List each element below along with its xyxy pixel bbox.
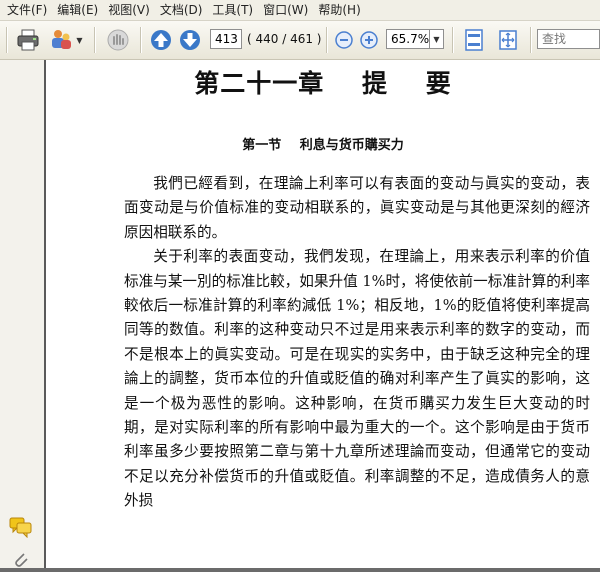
chevron-down-icon: ▼: [433, 34, 440, 44]
comments-button[interactable]: [9, 516, 33, 542]
zoom-in-icon: [360, 31, 378, 49]
printer-icon: [17, 29, 39, 51]
toolbar-separator: [94, 27, 96, 53]
people-share-icon: [52, 30, 72, 49]
paperclip-icon: [15, 553, 28, 567]
zoom-dropdown-button[interactable]: ▼: [430, 29, 444, 49]
fit-page-icon: [499, 30, 517, 50]
menu-bar: 文件(F) 编辑(E) 视图(V) 文档(D) 工具(T) 窗口(W) 帮助(H…: [0, 0, 600, 21]
menu-edit[interactable]: 编辑(E): [52, 0, 103, 20]
toolbar-separator: [452, 27, 454, 53]
next-page-button[interactable]: [177, 26, 203, 54]
chapter-title: 第二十一章 提 要: [194, 69, 452, 98]
arrow-down-icon: [180, 30, 200, 50]
toolbar-separator: [140, 27, 142, 53]
attachments-button[interactable]: [12, 550, 30, 572]
page-number-input[interactable]: 413: [210, 29, 242, 49]
print-button[interactable]: [14, 26, 42, 54]
hand-disabled-icon: [107, 29, 129, 51]
menu-window[interactable]: 窗口(W): [258, 0, 313, 20]
zoom-out-icon: [335, 31, 353, 49]
toolbar-separator: [326, 27, 328, 53]
menu-help[interactable]: 帮助(H): [313, 0, 365, 20]
page-count-label: ( 440 / 461 ): [247, 32, 322, 46]
fit-width-icon: [465, 29, 483, 51]
menu-tools[interactable]: 工具(T): [207, 0, 258, 20]
section-title: 第一节 利息与货币購买力: [242, 138, 404, 153]
toolbar-separator: [530, 27, 532, 53]
document-page: 第二十一章 提 要 第一节 利息与货币購买力 我們已經看到，在理論上利率可以有表…: [46, 60, 600, 568]
paragraph: 关于利率的表面变动，我們发现，在理論上，用来表示利率的价值标准与某一別的标准比較…: [124, 248, 590, 510]
hand-tool-button[interactable]: [104, 26, 132, 54]
arrow-up-icon: [151, 30, 171, 50]
fit-width-button[interactable]: [460, 26, 488, 54]
share-dropdown-icon[interactable]: ▼: [76, 36, 82, 45]
toolbar-grip: [6, 27, 8, 53]
previous-page-button[interactable]: [148, 26, 174, 54]
menu-document[interactable]: 文档(D): [155, 0, 208, 20]
document-body: 我們已經看到，在理論上利率可以有表面的变动与眞实的变动，表面变动是与价值标准的变…: [124, 172, 590, 514]
zoom-level-input[interactable]: 65.7%: [386, 29, 430, 49]
toolbar: ▼ 413 ( 440 / 461 ) 65.7% ▼ 查找: [0, 21, 600, 60]
paragraph: 我們已經看到，在理論上利率可以有表面的变动与眞实的变动，表面变动是与价值标准的变…: [124, 175, 590, 241]
menu-view[interactable]: 视图(V): [103, 0, 155, 20]
fit-page-button[interactable]: [494, 26, 522, 54]
navigation-panel: [0, 60, 46, 568]
share-button[interactable]: ▼: [48, 26, 84, 54]
search-input[interactable]: 查找: [537, 29, 600, 49]
zoom-in-button[interactable]: [358, 26, 380, 54]
comment-bubbles-icon: [9, 517, 32, 539]
menu-file[interactable]: 文件(F): [0, 0, 52, 20]
zoom-out-button[interactable]: [333, 26, 355, 54]
